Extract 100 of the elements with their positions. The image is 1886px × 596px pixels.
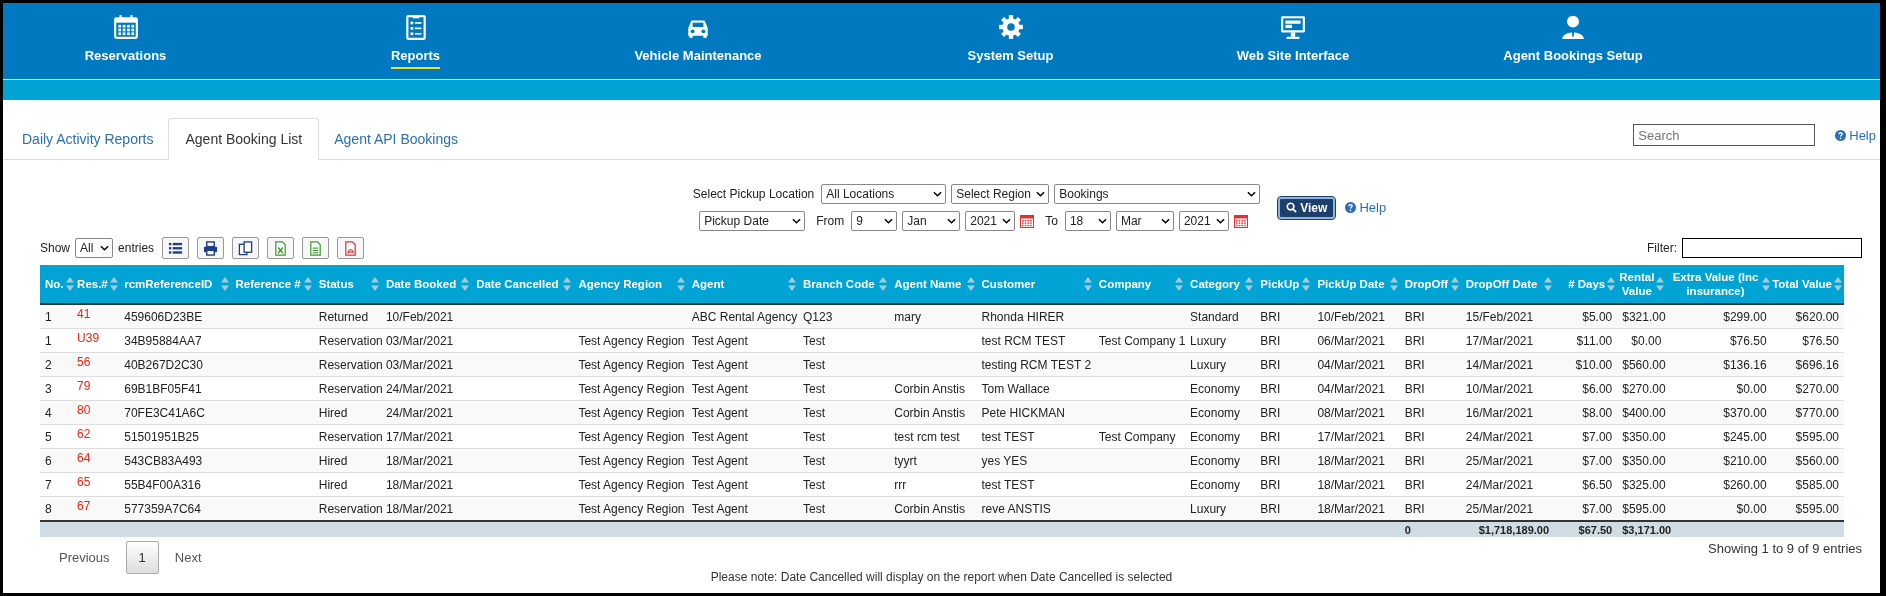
nav-item[interactable]: Vehicle Maintenance xyxy=(608,3,788,79)
table-cell: Test Agency Region xyxy=(573,400,687,425)
table-cell: BRI xyxy=(1399,400,1461,425)
caret-icon xyxy=(884,218,894,224)
region-dropdown[interactable]: Select Region xyxy=(951,184,1050,204)
previous-page-link[interactable]: Previous xyxy=(47,542,122,573)
reservation-link[interactable]: 41 xyxy=(77,306,91,321)
column-header[interactable]: Agency Region xyxy=(573,265,687,304)
column-header[interactable]: Total Value xyxy=(1771,265,1844,304)
tab[interactable]: Daily Activity Reports xyxy=(7,118,169,160)
table-cell: Test Agent xyxy=(686,448,799,473)
table-cell: Luxury xyxy=(1185,496,1256,521)
day-dropdown[interactable]: 9 xyxy=(851,211,898,231)
document-icon xyxy=(308,240,324,256)
column-header[interactable]: Date Cancelled xyxy=(471,265,574,304)
column-header[interactable]: Branch Code xyxy=(798,265,890,304)
reservation-link[interactable]: 62 xyxy=(77,426,91,441)
search-field[interactable]: Search xyxy=(1633,124,1816,146)
month-dropdown[interactable]: Jan xyxy=(902,211,961,231)
table-cell: BRI xyxy=(1255,400,1313,425)
page-button[interactable]: 1 xyxy=(125,541,159,574)
reservation-link[interactable]: 56 xyxy=(77,354,91,369)
filter-label: Filter: xyxy=(1647,241,1677,255)
print-button[interactable] xyxy=(197,237,225,259)
column-header[interactable]: PickUp Date xyxy=(1312,265,1400,304)
help-link[interactable]: Help xyxy=(1835,127,1876,143)
table-cell: tyyrt xyxy=(889,448,977,473)
nav-item[interactable]: System Setup xyxy=(938,3,1083,79)
filter-field[interactable] xyxy=(1682,238,1862,258)
reservation-link[interactable]: 80 xyxy=(77,402,91,417)
column-header[interactable]: Rental Value xyxy=(1617,265,1667,304)
table-cell: $299.00 xyxy=(1666,304,1772,329)
column-header[interactable]: PickUp xyxy=(1255,265,1313,304)
column-header[interactable]: Agent xyxy=(686,265,799,304)
column-header[interactable]: Extra Value (Inc insurance) xyxy=(1666,265,1772,304)
table-cell: 25/Mar/2021 xyxy=(1460,448,1555,473)
table-cell: 8 xyxy=(40,496,73,521)
caret-icon xyxy=(100,245,110,251)
table-cell: $7.00 xyxy=(1554,448,1618,473)
tab[interactable]: Agent Booking List xyxy=(168,118,320,160)
column-header[interactable]: No. xyxy=(40,265,73,304)
pdf-export-button[interactable] xyxy=(337,237,365,259)
year-dropdown[interactable]: 2021 xyxy=(1178,211,1229,231)
caret-icon xyxy=(792,218,802,224)
reservation-link[interactable]: 79 xyxy=(77,378,91,393)
total-cell: $67.50 xyxy=(1554,521,1618,537)
nav-item[interactable]: Agent Bookings Setup xyxy=(1483,3,1663,79)
reservation-link[interactable]: 65 xyxy=(77,474,91,489)
table-cell: BRI xyxy=(1399,352,1461,377)
column-header[interactable]: DropOff xyxy=(1399,265,1461,304)
date-type-dropdown[interactable]: Pickup Date xyxy=(699,211,806,231)
table-cell: 4 xyxy=(40,400,73,425)
tab[interactable]: Agent API Bookings xyxy=(319,118,473,160)
view-button[interactable]: View xyxy=(1278,196,1336,219)
table-cell: $10.00 xyxy=(1554,352,1618,377)
table-cell: Test xyxy=(798,400,890,425)
column-header[interactable]: # Days xyxy=(1554,265,1618,304)
csv-export-button[interactable] xyxy=(302,237,330,259)
column-header[interactable]: DropOff Date xyxy=(1460,265,1555,304)
column-header[interactable]: Category xyxy=(1185,265,1256,304)
table-cell: Economy xyxy=(1185,448,1256,473)
table-cell: 1 xyxy=(40,304,73,329)
table-cell: 18/Mar/2021 xyxy=(380,448,472,473)
table-cell: $696.16 xyxy=(1771,352,1844,377)
next-page-link[interactable]: Next xyxy=(162,542,214,573)
copy-icon xyxy=(238,240,254,256)
reservation-link[interactable]: 64 xyxy=(77,450,91,465)
column-header[interactable]: Status xyxy=(313,265,381,304)
help-link[interactable]: Help xyxy=(1345,200,1387,215)
column-header[interactable]: rcmReferenceID xyxy=(119,265,231,304)
column-header[interactable]: Customer xyxy=(976,265,1094,304)
column-header[interactable]: Res.# xyxy=(72,265,120,304)
calendar-icon[interactable] xyxy=(1020,214,1035,228)
day-dropdown[interactable]: 18 xyxy=(1064,211,1111,231)
year-dropdown[interactable]: 2021 xyxy=(965,211,1016,231)
report-type-dropdown[interactable]: Bookings xyxy=(1054,184,1261,204)
caret-icon xyxy=(933,191,943,197)
nav-item[interactable]: Reports xyxy=(343,3,488,79)
month-dropdown[interactable]: Mar xyxy=(1115,211,1174,231)
table-cell: $595.00 xyxy=(1617,496,1667,521)
table-cell: 15/Feb/2021 xyxy=(1460,304,1555,329)
excel-export-button[interactable] xyxy=(267,237,295,259)
page-size-dropdown[interactable]: All xyxy=(75,238,114,258)
monitor-icon xyxy=(1280,14,1306,40)
column-header[interactable]: Date Booked xyxy=(380,265,472,304)
calendar-icon[interactable] xyxy=(1233,214,1248,228)
location-dropdown[interactable]: All Locations xyxy=(821,184,947,204)
column-header[interactable]: Reference # xyxy=(230,265,314,304)
entries-label: entries xyxy=(118,241,155,255)
reservation-link[interactable]: U39 xyxy=(77,330,100,345)
nav-item[interactable]: Reservations xyxy=(53,3,198,79)
copy-button[interactable] xyxy=(232,237,260,259)
table-cell: 10/Feb/2021 xyxy=(1312,304,1400,329)
reservation-link[interactable]: 67 xyxy=(77,498,91,513)
column-list-button[interactable] xyxy=(162,237,190,259)
table-cell: $7.00 xyxy=(1554,496,1618,521)
nav-item[interactable]: Web Site Interface xyxy=(1213,3,1373,79)
column-header[interactable]: Agent Name xyxy=(889,265,977,304)
column-header[interactable]: Company xyxy=(1093,265,1186,304)
table-cell: Rhonda HIRER xyxy=(976,304,1094,329)
